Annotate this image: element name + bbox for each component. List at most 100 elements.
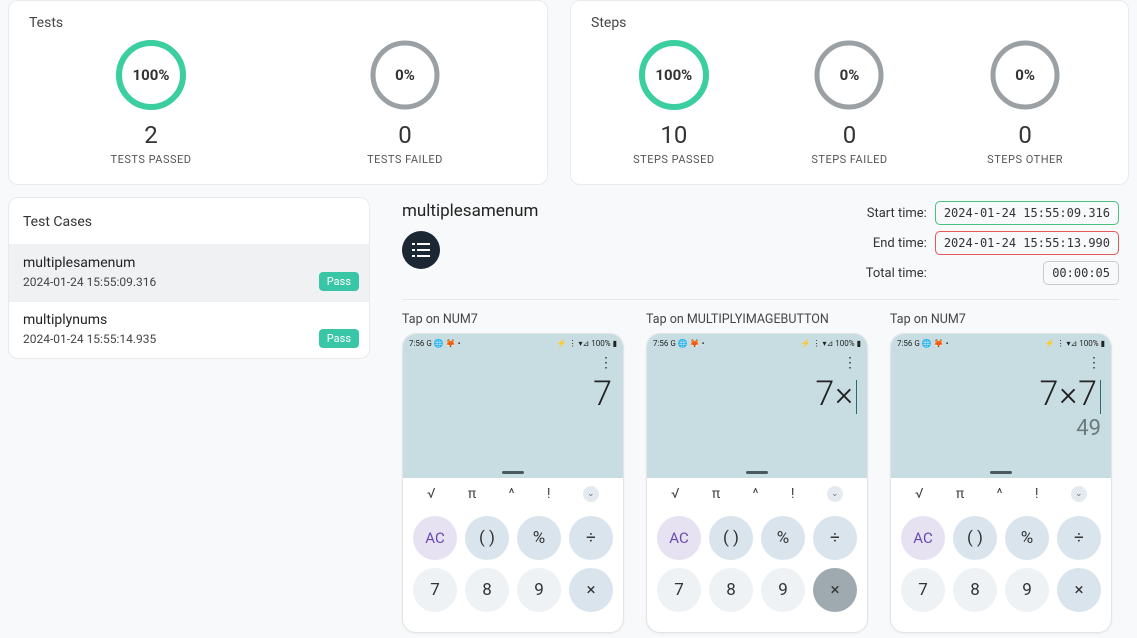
test-case-item[interactable]: multiplesamenum 2024-01-24 15:55:09.316Pa… bbox=[9, 244, 369, 301]
calc-key: ÷ bbox=[1057, 516, 1101, 560]
tests-failed-pct: 0% bbox=[395, 66, 415, 84]
chevron-down-icon: ⌄ bbox=[1071, 486, 1087, 502]
list-view-button[interactable] bbox=[402, 231, 440, 269]
calc-key: AC bbox=[413, 516, 457, 560]
calc-key: ( ) bbox=[465, 516, 509, 560]
steps-failed-count: 0 bbox=[843, 121, 857, 149]
calc-sym: ^ bbox=[753, 486, 759, 502]
chevron-down-icon: ⌄ bbox=[827, 486, 843, 502]
tests-passed-count: 2 bbox=[144, 121, 158, 149]
phone-screenshot[interactable]: 7:56 G 🌐 🦊 •⚡ ⋮ ▾⊿ 100% ▮⋮7×√π^!⌄AC( )%÷… bbox=[646, 333, 868, 633]
calc-display: ⋮ 7× bbox=[647, 352, 867, 478]
calc-keypad: AC( )%÷789× bbox=[403, 506, 623, 612]
step-label: Tap on NUM7 bbox=[402, 312, 624, 327]
calc-sym: ! bbox=[547, 486, 551, 502]
steps-failed-label: STEPS FAILED bbox=[811, 153, 887, 166]
calc-key: AC bbox=[901, 516, 945, 560]
test-case-item[interactable]: multiplynums2024-01-24 15:55:14.935Pass bbox=[9, 301, 369, 358]
status-badge: Pass bbox=[319, 329, 359, 348]
handle-icon bbox=[746, 471, 768, 474]
tests-failed-count: 0 bbox=[398, 121, 412, 149]
phone-screenshot[interactable]: 7:56 G 🌐 🦊 •⚡ ⋮ ▾⊿ 100% ▮⋮7√π^!⌄AC( )%÷7… bbox=[402, 333, 624, 633]
phone-statusbar: 7:56 G 🌐 🦊 •⚡ ⋮ ▾⊿ 100% ▮ bbox=[647, 334, 867, 352]
handle-icon bbox=[502, 471, 524, 474]
calc-key: AC bbox=[657, 516, 701, 560]
tests-failed-metric: 0% 0 TESTS FAILED bbox=[335, 37, 475, 166]
calc-key: 8 bbox=[953, 568, 997, 612]
steps-other-label: STEPS OTHER bbox=[987, 153, 1063, 166]
steps-other-metric: 0% 0 STEPS OTHER bbox=[955, 37, 1095, 166]
calc-sym-row: √π^!⌄ bbox=[647, 478, 867, 506]
status-badge: Pass bbox=[319, 272, 359, 291]
calc-key: 8 bbox=[465, 568, 509, 612]
calc-sym: ! bbox=[791, 486, 795, 502]
calc-key: × bbox=[813, 568, 857, 612]
tests-summary-card: Tests 100% 2 TESTS PASSED 0% bbox=[8, 0, 548, 185]
calc-key: % bbox=[761, 516, 805, 560]
steps-passed-metric: 100% 10 STEPS PASSED bbox=[604, 37, 744, 166]
handle-icon bbox=[990, 471, 1012, 474]
menu-dots-icon: ⋮ bbox=[599, 356, 613, 370]
calc-key: % bbox=[1005, 516, 1049, 560]
test-case-time: 2024-01-24 15:55:09.316 bbox=[23, 275, 355, 289]
calc-key: ÷ bbox=[813, 516, 857, 560]
test-case-name: multiplesamenum bbox=[23, 255, 355, 271]
calc-expression: 7×7 bbox=[1039, 374, 1101, 414]
calc-sym: π bbox=[468, 486, 476, 502]
steps-passed-count: 10 bbox=[660, 121, 687, 149]
calc-result: 49 bbox=[1076, 416, 1101, 441]
step-column: Tap on NUM77:56 G 🌐 🦊 •⚡ ⋮ ▾⊿ 100% ▮⋮7√π… bbox=[402, 312, 624, 633]
steps-other-pct: 0% bbox=[1015, 66, 1035, 84]
step-label: Tap on NUM7 bbox=[890, 312, 1112, 327]
list-icon bbox=[412, 243, 430, 257]
total-time-label: Total time: bbox=[866, 266, 927, 281]
tests-passed-label: TESTS PASSED bbox=[111, 153, 192, 166]
start-time-value: 2024-01-24 15:55:09.316 bbox=[935, 201, 1119, 225]
calc-keypad: AC( )%÷789× bbox=[891, 506, 1111, 612]
step-label: Tap on MULTIPLYIMAGEBUTTON bbox=[646, 312, 868, 327]
calc-key: % bbox=[517, 516, 561, 560]
calc-sym: ^ bbox=[997, 486, 1003, 502]
calc-key: 9 bbox=[761, 568, 805, 612]
calc-sym: √ bbox=[915, 486, 923, 502]
test-cases-panel: Test Cases multiplesamenum 2024-01-24 15:… bbox=[8, 197, 370, 359]
total-time-value: 00:00:05 bbox=[1043, 261, 1119, 285]
calc-sym: √ bbox=[671, 486, 679, 502]
tests-passed-pct: 100% bbox=[133, 66, 170, 84]
steps-failed-ring: 0% bbox=[811, 37, 887, 113]
calc-sym: √ bbox=[427, 486, 435, 502]
end-time-label: End time: bbox=[873, 236, 927, 251]
tests-card-title: Tests bbox=[29, 15, 527, 31]
calc-key: 8 bbox=[709, 568, 753, 612]
test-cases-title: Test Cases bbox=[9, 198, 369, 244]
calc-key: 9 bbox=[517, 568, 561, 612]
phone-screenshot[interactable]: 7:56 G 🌐 🦊 •⚡ ⋮ ▾⊿ 100% ▮⋮7×749√π^!⌄AC( … bbox=[890, 333, 1112, 633]
steps-other-ring: 0% bbox=[987, 37, 1063, 113]
steps-passed-pct: 100% bbox=[655, 66, 692, 84]
calc-expression: 7× bbox=[815, 374, 857, 414]
chevron-down-icon: ⌄ bbox=[583, 486, 599, 502]
menu-dots-icon: ⋮ bbox=[843, 356, 857, 370]
calc-key: 7 bbox=[413, 568, 457, 612]
calc-key: 9 bbox=[1005, 568, 1049, 612]
tests-failed-ring: 0% bbox=[367, 37, 443, 113]
start-time-label: Start time: bbox=[867, 206, 927, 221]
detail-title: multiplesamenum bbox=[402, 201, 538, 221]
steps-passed-label: STEPS PASSED bbox=[633, 153, 714, 166]
tests-passed-metric: 100% 2 TESTS PASSED bbox=[81, 37, 221, 166]
calc-key: × bbox=[1057, 568, 1101, 612]
time-info: Start time: 2024-01-24 15:55:09.316 End … bbox=[866, 201, 1119, 285]
step-column: Tap on NUM77:56 G 🌐 🦊 •⚡ ⋮ ▾⊿ 100% ▮⋮7×7… bbox=[890, 312, 1112, 633]
calc-expression: 7 bbox=[593, 374, 613, 414]
steps-failed-pct: 0% bbox=[840, 66, 860, 84]
calc-sym: π bbox=[956, 486, 964, 502]
calc-sym-row: √π^!⌄ bbox=[403, 478, 623, 506]
calc-display: ⋮7×749 bbox=[891, 352, 1111, 478]
calc-key: × bbox=[569, 568, 613, 612]
calc-key: 7 bbox=[657, 568, 701, 612]
calc-key: ( ) bbox=[709, 516, 753, 560]
calc-display: ⋮7 bbox=[403, 352, 623, 478]
test-case-name: multiplynums bbox=[23, 312, 355, 328]
steps-failed-metric: 0% 0 STEPS FAILED bbox=[779, 37, 919, 166]
tests-failed-label: TESTS FAILED bbox=[367, 153, 443, 166]
